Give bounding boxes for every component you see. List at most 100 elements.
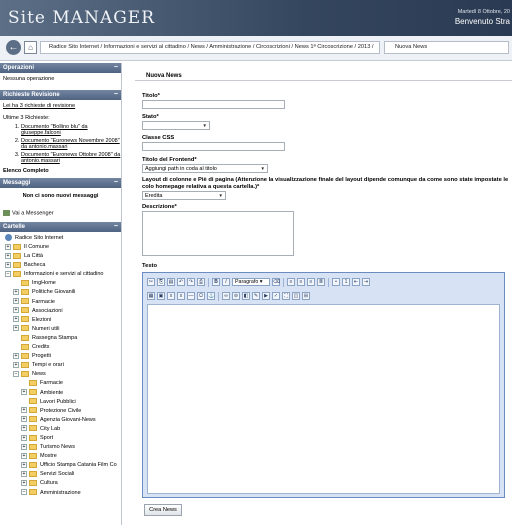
align-center-icon[interactable]: ≡ — [297, 278, 305, 286]
anchor-icon[interactable]: ⚓ — [207, 292, 215, 300]
folder-tree-item[interactable]: + Protezione Civile — [0, 407, 121, 416]
folder-tree-item[interactable]: − Amministrazione — [0, 489, 121, 498]
char-icon[interactable]: Ω — [197, 292, 205, 300]
collapse-icon[interactable]: − — [13, 370, 19, 377]
panel-revisioni-header[interactable]: Richieste Revisione − — [0, 90, 121, 100]
breadcrumb[interactable]: Radice Sito Internet / Informazioni e se… — [40, 41, 380, 54]
folder-tree-item[interactable]: + City Lab — [0, 425, 121, 434]
expand-icon[interactable]: + — [21, 407, 27, 414]
expand-icon[interactable]: + — [21, 452, 27, 459]
folder-tree-item[interactable]: + Progetti — [0, 352, 121, 361]
crea-news-button[interactable]: Crea News — [144, 504, 182, 516]
folder-tree-item[interactable]: + Cultura — [0, 479, 121, 488]
number-list-icon[interactable]: 1 — [342, 278, 350, 286]
folder-tree-item[interactable]: + Elezioni — [0, 316, 121, 325]
folder-tree-item[interactable]: + Numeri utili — [0, 325, 121, 334]
panel-cartelle-header[interactable]: Cartelle − — [0, 221, 121, 232]
folder-tree-item[interactable]: + Agenzia Giovani-News — [0, 416, 121, 425]
panel-operazioni-header[interactable]: Operazioni − — [0, 63, 121, 73]
panel-messaggi-header[interactable]: Messaggi − — [0, 178, 121, 189]
layout-select[interactable]: Eredita — [142, 191, 226, 200]
expand-icon[interactable]: + — [13, 361, 19, 368]
expand-icon[interactable]: + — [13, 316, 19, 323]
folder-tree-item[interactable]: − Informazioni e servizi al cittadino — [0, 270, 121, 279]
folder-tree-item[interactable]: Rassegna Stampa — [0, 334, 121, 343]
expand-icon[interactable]: + — [13, 325, 19, 332]
image-icon[interactable]: ▣ — [157, 292, 165, 300]
expand-icon[interactable]: + — [21, 425, 27, 432]
folder-tree-item[interactable]: + Farmacie — [0, 298, 121, 307]
paste-icon[interactable]: ▤ — [167, 278, 175, 286]
media-icon[interactable]: ▶ — [262, 292, 270, 300]
expand-icon[interactable]: + — [13, 298, 19, 305]
hr-icon[interactable]: ― — [187, 292, 195, 300]
list-item[interactable]: Documento "Euronews Ottobre 2008" da ant… — [21, 152, 121, 165]
stato-select[interactable] — [142, 121, 210, 130]
expand-icon[interactable]: + — [21, 461, 27, 468]
expand-icon[interactable]: + — [21, 443, 27, 450]
align-right-icon[interactable]: ≡ — [307, 278, 315, 286]
indent-icon[interactable]: ⇥ — [362, 278, 370, 286]
unlink-icon[interactable]: ⊘ — [232, 292, 240, 300]
eraser-icon[interactable]: ⌫ — [272, 278, 280, 286]
folder-tree-item[interactable]: + Ambiente — [0, 389, 121, 398]
link-icon[interactable]: ∞ — [222, 292, 230, 300]
fullscreen-icon[interactable]: ⛶ — [282, 292, 290, 300]
editor-content-area[interactable] — [147, 304, 500, 494]
titolo-input[interactable] — [142, 100, 285, 109]
folder-tree-item[interactable]: Credits — [0, 343, 121, 352]
expand-icon[interactable]: + — [21, 434, 27, 441]
expand-icon[interactable]: + — [5, 252, 11, 259]
expand-icon[interactable]: + — [21, 416, 27, 423]
align-justify-icon[interactable]: ≣ — [317, 278, 325, 286]
expand-icon[interactable]: + — [13, 307, 19, 314]
folder-tree-item[interactable]: + Servizi Sociali — [0, 470, 121, 479]
undo-icon[interactable]: ↶ — [177, 278, 185, 286]
edit-icon[interactable]: ✎ — [252, 292, 260, 300]
bullet-list-icon[interactable]: • — [332, 278, 340, 286]
expand-icon[interactable]: + — [21, 389, 27, 396]
italic-button[interactable]: I — [222, 278, 230, 286]
folder-tree-item[interactable]: + La Città — [0, 252, 121, 261]
folder-tree-item[interactable]: + Ufficio Stampa Catania Film Co — [0, 461, 121, 470]
elenco-completo-link[interactable]: Elenco Completo — [0, 165, 121, 178]
expand-icon[interactable]: + — [21, 470, 27, 477]
back-arrow-icon[interactable]: ← — [6, 40, 21, 55]
folder-tree-item[interactable]: + Tempi e orari — [0, 361, 121, 370]
expand-icon[interactable]: + — [13, 352, 19, 359]
revisioni-link[interactable]: Lei ha 3 richieste di revisione — [3, 103, 75, 109]
list-item[interactable]: Documento "Euronews Novembre 2008" da an… — [21, 138, 121, 151]
folder-tree-item[interactable]: Lavori Pubblici — [0, 398, 121, 407]
print-icon[interactable]: ⎙ — [197, 278, 205, 286]
spellcheck-icon[interactable]: ✓ — [272, 292, 280, 300]
table-icon[interactable]: ▦ — [147, 292, 155, 300]
folder-tree-item[interactable]: + Associazioni — [0, 307, 121, 316]
bold-button[interactable]: B — [212, 278, 220, 286]
messenger-link[interactable]: Vai a Messenger — [0, 207, 121, 221]
superscript-icon[interactable]: x — [177, 292, 185, 300]
folder-tree-item[interactable]: + Il Comune — [0, 243, 121, 252]
descrizione-textarea[interactable] — [142, 211, 294, 256]
copy-icon[interactable]: ⎘ — [157, 278, 165, 286]
folder-tree-item[interactable]: + Mostre — [0, 452, 121, 461]
classe-input[interactable] — [142, 142, 285, 151]
source-icon[interactable]: ⊞ — [302, 292, 310, 300]
cut-icon[interactable]: ✂ — [147, 278, 155, 286]
collapse-icon[interactable]: − — [5, 270, 11, 277]
folder-tree-item[interactable]: + Bacheca — [0, 261, 121, 270]
folder-tree-item[interactable]: + Sport — [0, 434, 121, 443]
folder-tree-item[interactable]: − News — [0, 370, 121, 379]
list-item[interactable]: Documento "Bollino blu" da giuseppe.falc… — [21, 124, 121, 137]
folder-tree-item[interactable]: ImgHome — [0, 279, 121, 288]
preview-icon[interactable]: ◫ — [292, 292, 300, 300]
expand-icon[interactable]: + — [5, 261, 11, 268]
folder-tree-item[interactable]: Farmacie — [0, 379, 121, 388]
redo-icon[interactable]: ↷ — [187, 278, 195, 286]
expand-icon[interactable]: + — [21, 480, 27, 486]
expand-icon[interactable]: + — [5, 243, 11, 250]
titolo-frontend-select[interactable]: Aggiungi path in coda al titolo — [142, 164, 268, 173]
home-icon[interactable]: ⌂ — [24, 41, 37, 54]
collapse-icon[interactable]: − — [21, 489, 27, 496]
align-left-icon[interactable]: ≡ — [287, 278, 295, 286]
subscript-icon[interactable]: x — [167, 292, 175, 300]
